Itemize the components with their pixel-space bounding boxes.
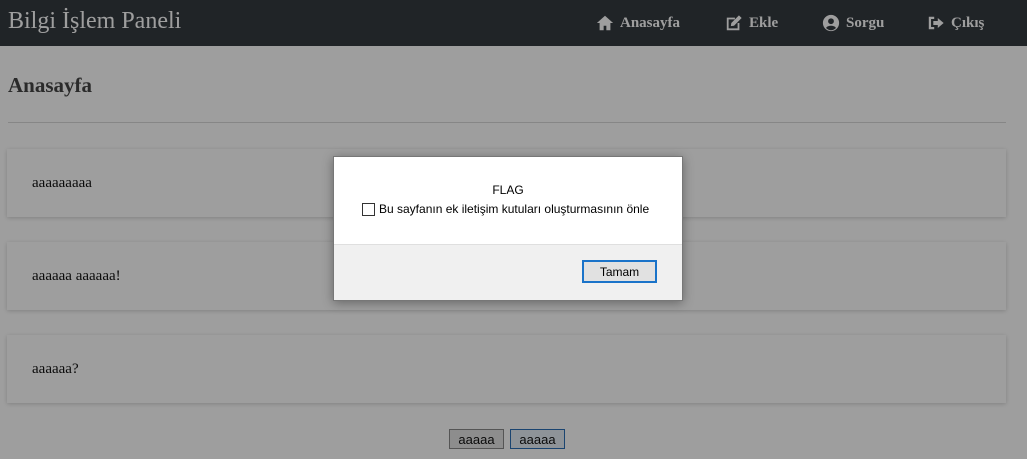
dialog-body: FLAG Bu sayfanın ek iletişim kutuları ol… <box>334 157 682 245</box>
suppress-dialogs-checkbox-row[interactable]: Bu sayfanın ek iletişim kutuları oluştur… <box>362 202 649 216</box>
ok-button[interactable]: Tamam <box>582 260 657 283</box>
suppress-dialogs-checkbox[interactable] <box>362 202 375 216</box>
alert-dialog: FLAG Bu sayfanın ek iletişim kutuları ol… <box>333 156 683 301</box>
dialog-message: FLAG <box>492 183 524 197</box>
checkbox-label: Bu sayfanın ek iletişim kutuları oluştur… <box>379 202 650 216</box>
